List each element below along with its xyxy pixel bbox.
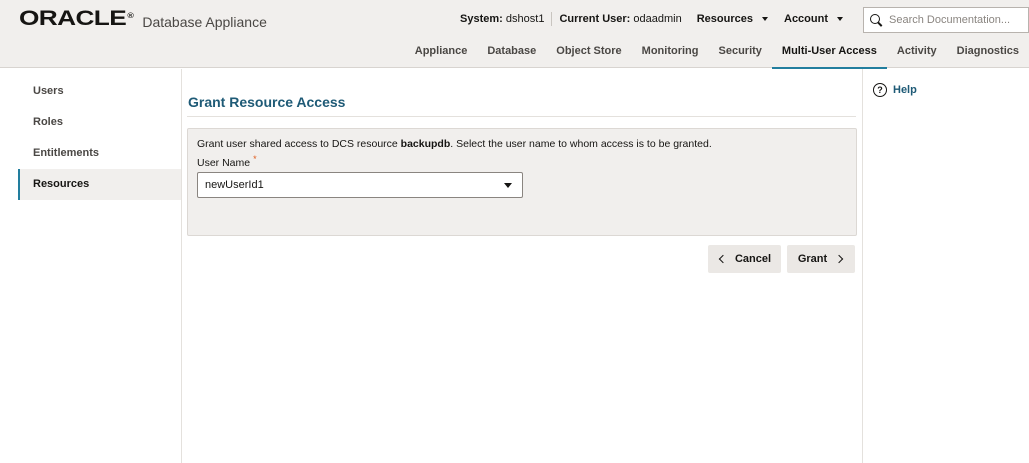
logo-registered-mark: ® (127, 13, 134, 20)
tab-multi-user-access[interactable]: Multi-User Access (771, 42, 887, 69)
help-label[interactable]: Help (893, 84, 917, 96)
sidebar-item-resources[interactable]: Resources (18, 169, 181, 200)
account-menu-label: Account (784, 13, 828, 25)
tab-object-store[interactable]: Object Store (546, 42, 631, 68)
sidebar-item-users[interactable]: Users (18, 76, 181, 107)
caret-down-icon (837, 17, 843, 21)
oracle-logo: ORACLE® (19, 7, 134, 34)
tab-diagnostics[interactable]: Diagnostics (947, 42, 1029, 68)
app-header: ORACLE® Database Appliance System: dshos… (0, 0, 1029, 69)
product-name: Database Appliance (142, 13, 267, 30)
caret-down-icon (762, 17, 768, 21)
grant-button-label: Grant (797, 253, 828, 265)
current-user-info: Current User: odaadmin (552, 12, 688, 26)
current-user-value: odaadmin (633, 13, 682, 25)
tab-monitoring[interactable]: Monitoring (632, 42, 709, 68)
grant-form-panel: Grant user shared access to DCS resource… (187, 128, 857, 236)
sidebar-item-roles[interactable]: Roles (18, 107, 181, 138)
brand: ORACLE® Database Appliance (19, 7, 267, 34)
search-icon[interactable] (870, 13, 883, 27)
tab-security[interactable]: Security (709, 42, 772, 68)
resource-name: backupdb (400, 138, 451, 150)
user-name-label: User Name * (197, 154, 257, 169)
tab-database[interactable]: Database (477, 42, 546, 68)
resources-menu-label: Resources (696, 13, 753, 25)
logo-text: ORACLE (19, 7, 127, 30)
search-input[interactable] (889, 14, 1019, 26)
cancel-button[interactable]: Cancel (708, 245, 781, 273)
search-box[interactable] (863, 7, 1029, 33)
current-user-label: Current User: (559, 13, 631, 25)
top-bar: System: dshost1 Current User: odaadmin R… (453, 7, 1029, 33)
main-content: Grant Resource Access Grant user shared … (181, 69, 863, 463)
user-name-label-text: User Name (197, 157, 251, 169)
user-name-value: newUserId1 (205, 179, 264, 191)
user-name-select[interactable]: newUserId1 (197, 172, 523, 198)
tab-appliance[interactable]: Appliance (405, 42, 478, 68)
description-prefix: Grant user shared access to DCS resource (197, 138, 401, 150)
description-suffix: . Select the user name to whom access is… (450, 138, 712, 150)
cancel-button-label: Cancel (734, 253, 772, 265)
sidebar-item-entitlements[interactable]: Entitlements (18, 138, 181, 169)
grant-button[interactable]: Grant (787, 245, 855, 273)
chevron-left-icon (718, 254, 728, 264)
tab-activity[interactable]: Activity (887, 42, 947, 68)
chevron-down-icon[interactable] (504, 182, 512, 188)
system-info: System: dshost1 (453, 12, 551, 26)
help-link[interactable]: ? Help (873, 83, 917, 97)
form-description: Grant user shared access to DCS resource… (197, 138, 712, 150)
sidebar: Users Roles Entitlements Resources (0, 69, 181, 463)
chevron-right-icon (834, 254, 844, 264)
title-divider (187, 116, 856, 117)
account-menu[interactable]: Account (776, 13, 851, 25)
required-indicator: * (253, 154, 257, 164)
main-nav: Appliance Database Object Store Monitori… (405, 42, 1029, 69)
page-title: Grant Resource Access (188, 94, 346, 110)
system-value: dshost1 (505, 13, 545, 25)
resources-menu[interactable]: Resources (689, 13, 776, 25)
help-circle-icon[interactable]: ? (873, 83, 887, 97)
system-label: System: (460, 13, 503, 25)
